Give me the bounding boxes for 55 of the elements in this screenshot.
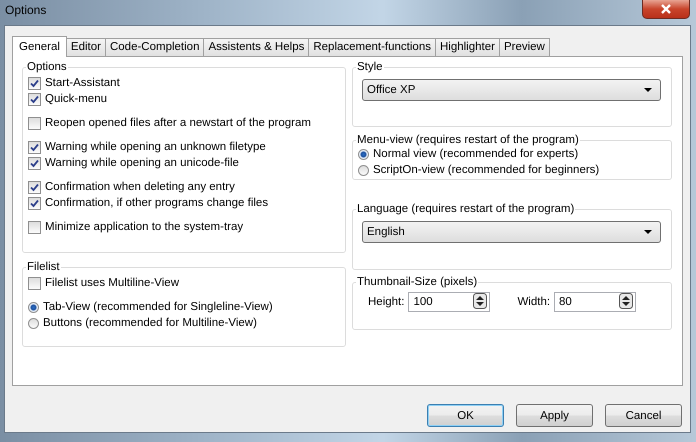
checkbox[interactable]	[28, 140, 41, 154]
radio-button[interactable]	[358, 164, 369, 176]
group-title: Filelist	[26, 261, 61, 273]
checkbox-label: Confirmation when deleting any entry	[45, 181, 235, 193]
spinner-label: Height:	[368, 296, 404, 308]
spin-arrows-icon	[619, 292, 634, 308]
window-title: Options	[5, 3, 46, 17]
dialog-button[interactable]: OK	[427, 404, 504, 427]
radio-button[interactable]	[28, 318, 39, 328]
checkbox-label: Warning while opening an unicode-file	[45, 157, 239, 169]
radio-label: ScriptOn-view (recommended for beginners)	[373, 164, 600, 176]
checkbox-label: Filelist uses Multiline-View	[45, 277, 179, 289]
radio-label: Buttons (recommended for Multiline-View)	[43, 317, 257, 329]
radio-label: Tab-View (recommended for Singleline-View)	[43, 301, 273, 313]
tab[interactable]: General	[12, 36, 67, 57]
group-title: Language (requires restart of the program)	[356, 203, 576, 215]
checkbox-label: Confirmation, if other programs change files	[45, 197, 268, 209]
dropdown-arrow-icon	[644, 88, 652, 92]
tab[interactable]: Editor	[66, 38, 106, 56]
checkbox[interactable]	[28, 92, 41, 106]
dialog-button[interactable]: Apply	[516, 404, 593, 427]
dropdown[interactable]: Office XP	[362, 79, 661, 101]
spin-arrows-icon	[473, 292, 488, 308]
dropdown-arrow-icon	[644, 230, 652, 234]
close-icon	[660, 4, 672, 14]
dialog-button[interactable]: Cancel	[605, 404, 682, 427]
checkbox[interactable]	[28, 76, 41, 90]
radio-button[interactable]	[28, 302, 39, 312]
group-title: Options	[26, 61, 68, 73]
checkbox-label: Warning while opening an unknown filetype	[45, 141, 266, 153]
number-field[interactable]: 100	[408, 292, 490, 312]
checkbox-label: Minimize application to the system-tray	[45, 221, 244, 233]
close-button[interactable]	[642, 0, 690, 19]
checkbox[interactable]	[28, 276, 41, 290]
group-title: Thumbnail-Size (pixels)	[356, 276, 478, 288]
tab[interactable]: Preview	[498, 38, 550, 56]
checkbox-label: Quick-menu	[45, 93, 107, 105]
checkbox[interactable]	[28, 220, 41, 234]
checkbox[interactable]	[28, 116, 41, 130]
checkbox[interactable]	[28, 196, 41, 210]
tab[interactable]: Highlighter	[434, 38, 500, 56]
radio-button[interactable]	[358, 148, 369, 160]
radio-label: Normal view (recommended for experts)	[373, 148, 578, 160]
number-field[interactable]: 80	[554, 292, 636, 312]
checkbox[interactable]	[28, 156, 41, 170]
tab[interactable]: Assistents & Helps	[203, 38, 310, 56]
group-title: Menu-view (requires restart of the program)	[356, 134, 580, 146]
tab[interactable]: Replacement-functions	[308, 38, 436, 56]
spinner-label: Width:	[517, 296, 550, 308]
dropdown[interactable]: English	[362, 221, 661, 243]
checkbox[interactable]	[28, 180, 41, 194]
group-title: Style	[356, 61, 384, 73]
tab[interactable]: Code-Completion	[104, 38, 204, 56]
checkbox-label: Reopen opened files after a newstart of the program	[45, 117, 311, 129]
checkbox-label: Start-Assistant	[45, 77, 120, 89]
